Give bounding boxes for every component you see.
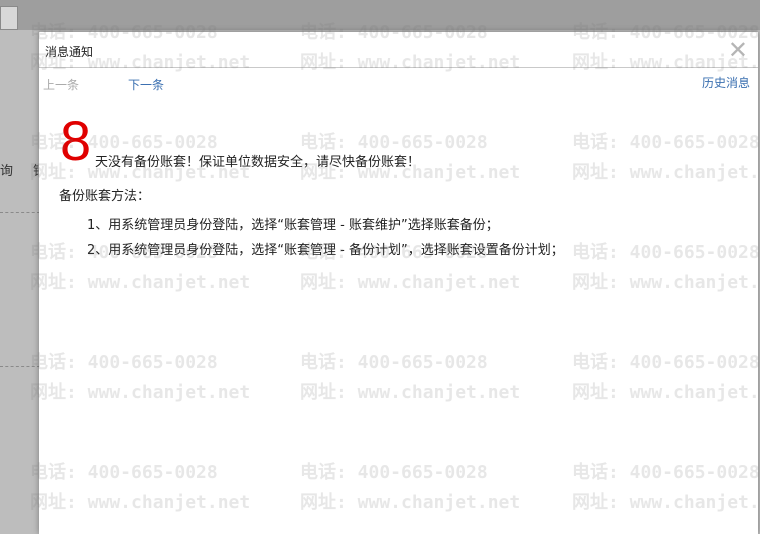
method-title: 备份账套方法： (59, 189, 151, 204)
days-count: 8 (60, 109, 92, 172)
dialog-divider (39, 67, 758, 68)
dialog-title: 消息通知 (45, 45, 94, 59)
method-step: 1、用系统管理员身份登陆，选择“账套管理 - 账套维护”选择账套备份； (87, 218, 499, 233)
background-field (0, 6, 18, 30)
background-divider (0, 366, 40, 367)
next-message-link[interactable]: 下一条 (128, 76, 164, 93)
background-divider (0, 212, 40, 213)
history-messages-link[interactable]: 历史消息 (702, 74, 750, 91)
backup-warning-text: 天没有备份账套！保证单位数据安全，请尽快备份账套！ (95, 155, 421, 170)
background-toolbar (0, 0, 760, 30)
previous-message-link[interactable]: 上一条 (43, 76, 79, 93)
message-dialog: 消息通知 ✕ 上一条 下一条 历史消息 8 天没有备份账套！保证单位数据安全，请… (39, 32, 758, 534)
background-label-1: 询 (0, 164, 14, 179)
close-icon[interactable]: ✕ (728, 36, 748, 64)
method-step: 2、用系统管理员身份登陆，选择“账套管理 - 备份计划”，选择账套设置备份计划； (87, 243, 564, 258)
